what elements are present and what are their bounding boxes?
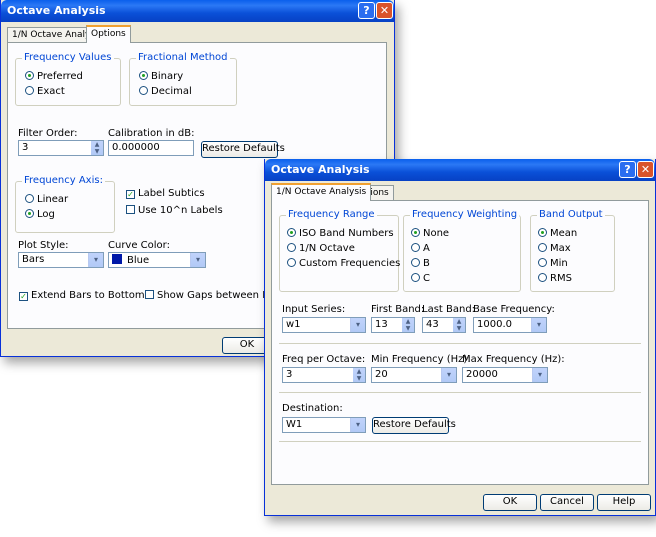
back-dialog-title: Octave Analysis [7,4,106,17]
input-series-select[interactable]: w1 ▾ [282,317,366,333]
radio-a[interactable]: A [411,243,430,254]
front-help-icon[interactable]: ? [619,161,636,178]
separator [279,441,641,442]
frequency-axis-group: Frequency Axis: Linear Log [15,175,115,233]
base-frequency-select[interactable]: 1000.0 ▾ [473,317,547,333]
frequency-axis-legend: Frequency Axis: [22,175,105,186]
use-10n-labels-checkbox[interactable]: Use 10^n Labels [126,205,223,216]
plot-style-select[interactable]: Bars ▾ [18,252,104,268]
back-fractional-method-group: Fractional Method Binary Decimal [129,52,237,106]
destination-label: Destination: [282,403,343,414]
chevron-down-icon[interactable]: ▾ [532,368,547,382]
input-series-label: Input Series: [282,304,346,315]
filter-order-label: Filter Order: [18,128,78,139]
chevron-down-icon[interactable]: ▾ [88,253,103,267]
last-band-label: Last Band: [422,304,476,315]
radio-custom-frequencies[interactable]: Custom Frequencies [287,258,400,269]
base-frequency-label: Base Frequency: [473,304,555,315]
radio-c[interactable]: C [411,273,430,284]
band-output-group: Band Output Mean Max Min RMS [530,209,615,292]
last-band-spinner[interactable]: 43 ▲ ▼ [422,317,466,333]
radio-min[interactable]: Min [538,258,568,269]
front-tab-1n-octave[interactable]: 1/N Octave Analysis [271,183,372,201]
radio-exact[interactable]: Exact [25,86,65,97]
min-frequency-label: Min Frequency (Hz): [371,354,471,365]
radio-max[interactable]: Max [538,243,571,254]
radio-decimal[interactable]: Decimal [139,86,192,97]
back-frequency-values-group: Frequency Values Preferred Exact [15,52,121,106]
spin-arrows-icon[interactable]: ▲ ▼ [453,318,465,332]
label-subtics-checkbox[interactable]: ✓ Label Subtics [126,188,205,199]
curve-color-select[interactable]: Blue ▾ [108,252,206,268]
radio-iso-band-numbers[interactable]: ISO Band Numbers [287,228,394,239]
spin-arrows-icon[interactable]: ▲ ▼ [91,141,103,155]
first-band-label: First Band: [371,304,425,315]
front-title-bar[interactable]: Octave Analysis ? ✕ [265,159,655,181]
spin-arrows-icon[interactable]: ▲ ▼ [353,368,365,382]
front-dialog-title: Octave Analysis [271,163,370,176]
radio-log[interactable]: Log [25,209,55,220]
max-frequency-label: Max Frequency (Hz): [462,354,565,365]
frequency-range-legend: Frequency Range [286,209,377,220]
radio-b[interactable]: B [411,258,430,269]
back-title-bar[interactable]: Octave Analysis ? ✕ [1,0,394,22]
plot-style-label: Plot Style: [18,240,69,251]
front-main-panel: Frequency Range ISO Band Numbers 1/N Oct… [271,200,649,485]
front-close-icon[interactable]: ✕ [637,161,654,178]
max-frequency-select[interactable]: 20000 ▾ [462,367,548,383]
calibration-input[interactable]: 0.000000 [108,140,194,156]
radio-1n-octave[interactable]: 1/N Octave [287,243,355,254]
chevron-down-icon[interactable]: ▾ [350,318,365,332]
back-tab-options[interactable]: Options [86,25,131,43]
radio-mean[interactable]: Mean [538,228,577,239]
destination-select[interactable]: W1 ▾ [282,417,366,433]
freq-per-octave-label: Freq per Octave: [282,354,366,365]
radio-none[interactable]: None [411,228,449,239]
front-restore-defaults-button[interactable]: Restore Defaults [372,417,456,434]
spin-arrows-icon[interactable]: ▲ ▼ [402,318,414,332]
chevron-down-icon[interactable]: ▾ [441,368,456,382]
fractional-method-legend: Fractional Method [136,52,230,63]
front-cancel-button[interactable]: Cancel [540,494,594,511]
frequency-weighting-group: Frequency Weighting None A B C [403,209,521,292]
frequency-values-legend: Frequency Values [22,52,114,63]
frequency-weighting-legend: Frequency Weighting [410,209,520,220]
curve-color-label: Curve Color: [108,240,170,251]
freq-per-octave-spinner[interactable]: 3 ▲ ▼ [282,367,366,383]
radio-preferred[interactable]: Preferred [25,71,83,82]
calibration-label: Calibration in dB: [108,128,195,139]
back-restore-defaults-button[interactable]: Restore Defaults [201,141,285,158]
radio-linear[interactable]: Linear [25,194,68,205]
radio-rms[interactable]: RMS [538,273,572,284]
separator [279,392,641,393]
color-swatch-icon [112,254,122,264]
front-dialog: Octave Analysis ? ✕ 1/N Octave Analysis … [264,159,656,516]
min-frequency-select[interactable]: 20 ▾ [371,367,457,383]
first-band-spinner[interactable]: 13 ▲ ▼ [371,317,415,333]
back-help-icon[interactable]: ? [358,2,375,19]
back-close-icon[interactable]: ✕ [376,2,393,19]
chevron-down-icon[interactable]: ▾ [350,418,365,432]
filter-order-spinner[interactable]: 3 ▲ ▼ [18,140,104,156]
frequency-range-group: Frequency Range ISO Band Numbers 1/N Oct… [279,209,400,292]
extend-bars-checkbox[interactable]: ✓ Extend Bars to Bottom [19,290,145,301]
radio-binary[interactable]: Binary [139,71,183,82]
chevron-down-icon[interactable]: ▾ [190,253,205,267]
chevron-down-icon[interactable]: ▾ [531,318,546,332]
front-ok-button[interactable]: OK [483,494,537,511]
separator [279,343,641,344]
front-help-button[interactable]: Help [597,494,651,511]
band-output-legend: Band Output [537,209,605,220]
